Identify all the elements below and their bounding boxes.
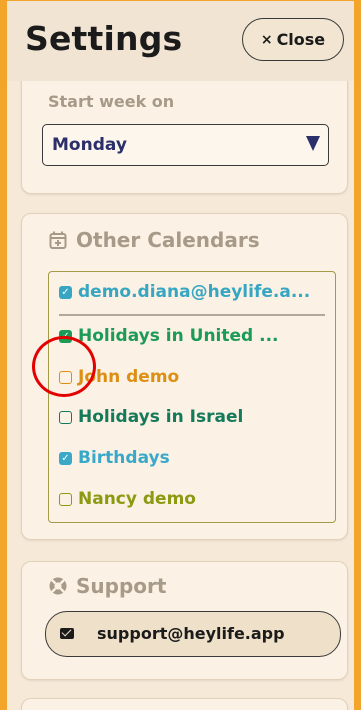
checkbox-icon[interactable]: ✓ bbox=[59, 451, 72, 465]
settings-panel: Settings × Close Start week on Monday Ot… bbox=[0, 0, 361, 710]
checkbox-icon[interactable] bbox=[59, 370, 72, 384]
checkbox-icon[interactable] bbox=[59, 492, 72, 506]
calendar-item-label: Holidays in Israel bbox=[78, 407, 244, 427]
list-divider bbox=[59, 314, 325, 316]
checkbox-icon[interactable] bbox=[59, 410, 72, 424]
lifebuoy-icon bbox=[49, 577, 67, 595]
calendar-item-label: Birthdays bbox=[78, 448, 170, 468]
start-week-label: Start week on bbox=[48, 92, 175, 111]
calendar-item-label: demo.diana@heylife.a... bbox=[78, 282, 311, 302]
calendar-item-label: John demo bbox=[78, 367, 180, 387]
calendar-plus-icon bbox=[49, 231, 67, 249]
envelope-icon bbox=[60, 628, 74, 639]
support-card: Support support@heylife.app bbox=[21, 561, 348, 680]
calendar-item-label: Nancy demo bbox=[78, 489, 196, 509]
other-calendars-title: Other Calendars bbox=[76, 228, 260, 252]
calendar-list: ✓ demo.diana@heylife.a... ✓ Holidays in … bbox=[48, 271, 336, 523]
next-card bbox=[21, 698, 348, 710]
calendar-item-birthdays[interactable]: ✓ Birthdays bbox=[59, 448, 170, 468]
calendar-item-nancy-demo[interactable]: Nancy demo bbox=[59, 489, 196, 509]
calendar-item-john-demo[interactable]: John demo bbox=[59, 367, 179, 387]
support-title: Support bbox=[76, 574, 167, 598]
start-week-select[interactable]: Monday bbox=[42, 124, 329, 166]
other-calendars-heading: Other Calendars bbox=[48, 228, 260, 252]
close-button[interactable]: × Close bbox=[242, 18, 344, 61]
dropdown-arrow-icon bbox=[306, 136, 320, 151]
calendar-item-label: Holidays in United ... bbox=[78, 326, 279, 346]
calendar-item-demo-diana[interactable]: ✓ demo.diana@heylife.a... bbox=[59, 282, 310, 302]
settings-header: Settings × Close bbox=[7, 1, 354, 81]
calendar-item-holidays-us[interactable]: ✓ Holidays in United ... bbox=[59, 326, 279, 346]
checkbox-icon[interactable]: ✓ bbox=[59, 329, 72, 343]
start-week-value: Monday bbox=[52, 135, 127, 155]
other-calendars-card: Other Calendars ✓ demo.diana@heylife.a..… bbox=[21, 213, 348, 540]
calendar-item-holidays-israel[interactable]: Holidays in Israel bbox=[59, 407, 243, 427]
close-button-label: Close bbox=[276, 30, 326, 49]
support-heading: Support bbox=[48, 574, 166, 598]
support-email-button[interactable]: support@heylife.app bbox=[45, 611, 341, 657]
support-email: support@heylife.app bbox=[97, 624, 285, 643]
close-icon: × bbox=[260, 31, 273, 48]
checkbox-icon[interactable]: ✓ bbox=[59, 285, 72, 299]
page-title: Settings bbox=[25, 19, 183, 58]
